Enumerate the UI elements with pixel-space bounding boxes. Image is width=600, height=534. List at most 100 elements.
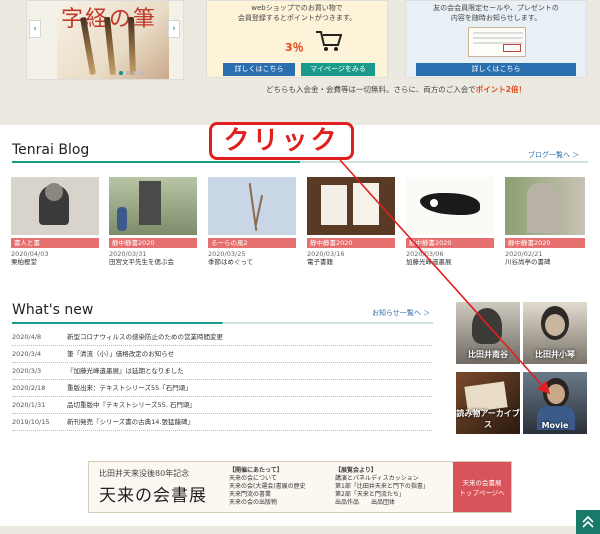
- news-item[interactable]: 2019/10/15 新刊発売『シリーズ書の古典14.張猛龍碑』: [12, 414, 432, 431]
- blog-tag: 静中静書2020: [505, 238, 585, 248]
- tile-label: 比田井小琴: [535, 350, 575, 359]
- banner-col1-item: 天来の会の出版物: [229, 499, 278, 506]
- voucher-image: [468, 27, 526, 57]
- blog-card[interactable]: 静中静書2020 2020/02/21 川谷尚亭の書碑: [505, 177, 585, 267]
- blog-tag: 静中静書2020: [406, 238, 494, 248]
- banner-column-1: 【開催にあたって】 天来の会について 天来の会(大運会)書展の歴史 天来門流の書…: [229, 467, 306, 507]
- news-item[interactable]: 2020/3/4 筆「清流（小）」価格改定のお知らせ: [12, 346, 432, 363]
- blog-thumbnail: [406, 177, 494, 235]
- blog-tag: 書人と書: [11, 238, 99, 248]
- exhibition-banner[interactable]: 比田井天来没後80年記念 天来の会書展 【開催にあたって】 天来の会について 天…: [88, 461, 512, 513]
- news-text[interactable]: 重版出来：テキストシリーズ55「石門頌」: [67, 380, 192, 397]
- cart-icon: [316, 31, 343, 51]
- notice-highlight: ポイント2倍！: [475, 85, 526, 94]
- scroll-to-top-button[interactable]: [576, 510, 600, 534]
- blog-title: 田宮文平先生を偲ぶ会: [109, 258, 174, 266]
- blog-thumbnail: [307, 177, 395, 235]
- blog-date: 2020/03/25: [208, 250, 246, 258]
- carousel-dots[interactable]: [119, 71, 144, 75]
- banner-subtitle: 比田井天来没後80年記念: [99, 469, 190, 478]
- blog-card[interactable]: 書人と書 2020/04/03 栗柏樫堂: [11, 177, 99, 267]
- tile-label: 読み物アーカイブス: [456, 409, 520, 429]
- blog-date: 2020/03/31: [109, 250, 147, 258]
- news-date: 2020/4/8: [12, 333, 42, 341]
- member-club-card: 友の会会員限定セールや、プレゼントの 内容を随時お知らせします。 詳しくはこちら: [405, 0, 587, 78]
- banner-col1-item: 天来の会について: [229, 475, 277, 482]
- news-date: 2019/10/15: [12, 418, 50, 426]
- news-section-title: What's new: [12, 302, 94, 318]
- shop-card-line2: 会員登録するとポイントがつきます。: [237, 14, 357, 22]
- news-text[interactable]: 筆「清流（小）」価格改定のお知らせ: [67, 346, 174, 363]
- banner-col2-item: 出品作品 出品団体: [335, 499, 396, 506]
- blog-date: 2020/02/21: [505, 250, 543, 258]
- mypage-button[interactable]: マイページをみる: [301, 63, 375, 76]
- hero-carousel[interactable]: 字経の筆: [26, 0, 184, 80]
- banner-title: 天来の会書展: [99, 486, 207, 506]
- tile-label: Movie: [541, 421, 569, 430]
- blog-tag: 静中静書2020: [109, 238, 197, 248]
- blog-title: 加藤光峰遺墨展: [406, 258, 452, 266]
- blog-date: 2020/03/06: [406, 250, 444, 258]
- banner-col1-item: 天来門流の書業: [229, 491, 272, 498]
- blog-section-title: Tenrai Blog: [12, 142, 90, 158]
- blog-title: 電子書籍: [307, 258, 333, 266]
- banner-col2-item: 講演とパネルディスカッション: [335, 475, 419, 482]
- banner-top-page-button[interactable]: 天来の会書展 トップページへ: [453, 462, 511, 512]
- notice-text: どちらも入会金・会費等は一切無料。さらに、両方のご入会で: [266, 85, 476, 94]
- member-details-button[interactable]: 詳しくはこちら: [416, 63, 576, 76]
- banner-col2-item: 第1部「比田井天来と門下の指書」: [335, 483, 429, 490]
- news-text[interactable]: 新型コロナウィルスの感染防止のための営業時間変更: [67, 329, 223, 346]
- banner-title-block: 比田井天来没後80年記念 天来の会書展: [99, 468, 207, 506]
- news-item[interactable]: 2020/1/31 品切重版中『テキストシリーズ55. 石門頌』: [12, 397, 432, 414]
- news-date: 2020/2/18: [12, 384, 46, 392]
- blog-tag: るーらの風2: [208, 238, 296, 248]
- blog-card[interactable]: 静中静書2020 2020/03/16 電子書籍: [307, 177, 395, 267]
- blog-date: 2020/03/16: [307, 250, 345, 258]
- shop-details-button[interactable]: 詳しくはこちら: [223, 63, 295, 76]
- tile-hidai-shoki[interactable]: 比田井小琴: [523, 302, 587, 364]
- news-item[interactable]: 2020/4/8 新型コロナウィルスの感染防止のための営業時間変更: [12, 329, 432, 346]
- double-chevron-up-icon: [582, 515, 594, 528]
- banner-col1-item: 天来の会(大運会)書展の歴史: [229, 483, 306, 490]
- blog-card[interactable]: 静中静書2020 2020/03/06 加藤光峰遺墨展: [406, 177, 494, 267]
- banner-col1-head: 【開催にあたって】: [229, 467, 283, 474]
- shop-points-card: webショップでのお買い物で 会員登録するとポイントがつきます。 3％ 詳しくは…: [206, 0, 388, 78]
- news-text[interactable]: 新刊発売『シリーズ書の古典14.張猛龍碑』: [67, 414, 194, 431]
- blog-thumbnail: [208, 177, 296, 235]
- blog-card[interactable]: るーらの風2 2020/03/25 季節はめぐって: [208, 177, 296, 267]
- blog-thumbnail: [505, 177, 585, 235]
- free-membership-notice: どちらも入会金・会費等は一切無料。さらに、両方のご入会でポイント2倍！: [266, 84, 526, 95]
- carousel-next-button[interactable]: ›: [168, 20, 180, 38]
- carousel-prev-button[interactable]: ‹: [29, 20, 41, 38]
- news-text[interactable]: 『加藤光峰遺墨展』は延期となりました: [67, 363, 184, 380]
- tile-reading-archives[interactable]: 読み物アーカイブス: [456, 372, 520, 434]
- blog-tag: 静中静書2020: [307, 238, 395, 248]
- blog-thumbnail: [109, 177, 197, 235]
- points-percent: 3％: [285, 41, 304, 54]
- banner-col2-head: 【展覧会より】: [335, 467, 377, 474]
- tile-hidai-nankoku[interactable]: 比田井南谷: [456, 302, 520, 364]
- blog-title: 川谷尚亭の書碑: [505, 258, 551, 266]
- tile-movie[interactable]: Movie: [523, 372, 587, 434]
- blog-title: 季節はめぐって: [208, 258, 254, 266]
- blog-divider: [12, 161, 588, 163]
- click-callout: クリック: [209, 122, 354, 160]
- banner-column-2: 【展覧会より】 講演とパネルディスカッション 第1部「比田井天来と門下の指書」 …: [335, 467, 429, 507]
- news-item[interactable]: 2020/3/3 『加藤光峰遺墨展』は延期となりました: [12, 363, 432, 380]
- footer-band: [0, 526, 600, 534]
- member-card-line2: 内容を随時お知らせします。: [450, 14, 542, 22]
- news-item[interactable]: 2020/2/18 重版出来：テキストシリーズ55「石門頌」: [12, 380, 432, 397]
- blog-title: 栗柏樫堂: [11, 258, 37, 266]
- banner-col2-item: 第2部「天来と門流たち」: [335, 491, 405, 498]
- blog-thumbnail: [11, 177, 99, 235]
- news-date: 2020/1/31: [12, 401, 46, 409]
- news-list-link[interactable]: お知らせ一覧へ ＞: [372, 308, 430, 318]
- blog-list-link[interactable]: ブログ一覧へ ＞: [528, 150, 579, 160]
- blog-card[interactable]: 静中静書2020 2020/03/31 田宮文平先生を偲ぶ会: [109, 177, 197, 267]
- blog-date: 2020/04/03: [11, 250, 49, 258]
- news-date: 2020/3/3: [12, 367, 42, 375]
- news-date: 2020/3/4: [12, 350, 42, 358]
- news-text[interactable]: 品切重版中『テキストシリーズ55. 石門頌』: [67, 397, 196, 414]
- tile-label: 比田井南谷: [468, 350, 508, 359]
- news-divider: [12, 322, 433, 324]
